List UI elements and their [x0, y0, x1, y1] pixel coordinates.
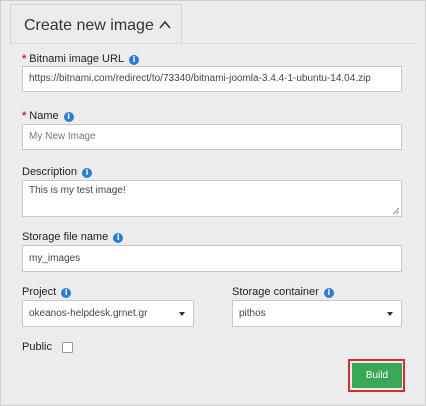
public-label: Public [22, 341, 52, 353]
storage-file-label: Storage file name i [22, 231, 124, 243]
container-label-text: Storage container [232, 286, 319, 298]
bitnami-url-value: https://bitnami.com/redirect/to/73340/bi… [29, 73, 371, 84]
required-marker: * [22, 53, 27, 65]
info-icon[interactable]: i [323, 288, 334, 298]
create-image-panel: Create new image * Bitnami image URL i htt… [0, 0, 426, 406]
storage-file-value: my_images [29, 253, 81, 264]
container-selected: pithos [239, 308, 266, 319]
chevron-up-icon[interactable] [158, 18, 172, 32]
project-label-text: Project [22, 286, 57, 298]
required-marker: * [22, 110, 27, 122]
caret-down-icon [387, 312, 393, 316]
name-label: * Name i [22, 110, 74, 122]
project-selected: okeanos-helpdesk.grnet.gr [29, 308, 148, 319]
url-label-text: Bitnami image URL [29, 53, 125, 65]
tab-divider [10, 43, 418, 44]
info-icon[interactable]: i [129, 55, 140, 65]
url-label: * Bitnami image URL i [22, 53, 140, 65]
storage-file-label-text: Storage file name [22, 231, 109, 243]
resize-handle-icon[interactable] [392, 207, 399, 214]
storage-file-input[interactable]: my_images [22, 245, 402, 272]
name-input[interactable]: My New Image [22, 124, 402, 150]
description-label-text: Description [22, 166, 78, 178]
container-select[interactable]: pithos [232, 300, 402, 327]
description-value: This is my test image! [29, 185, 126, 196]
description-textarea[interactable]: This is my test image! [22, 180, 402, 217]
bitnami-url-input[interactable]: https://bitnami.com/redirect/to/73340/bi… [22, 66, 402, 92]
name-placeholder: My New Image [29, 131, 96, 142]
container-label: Storage container i [232, 286, 334, 298]
project-select[interactable]: okeanos-helpdesk.grnet.gr [22, 300, 194, 327]
info-icon[interactable]: i [61, 288, 72, 298]
public-checkbox[interactable] [62, 342, 73, 353]
project-label: Project i [22, 286, 72, 298]
caret-down-icon [179, 312, 185, 316]
name-label-text: Name [29, 110, 59, 122]
tab-title: Create new image [24, 17, 154, 34]
tab-create-new-image[interactable]: Create new image [10, 4, 182, 43]
info-icon[interactable]: i [113, 233, 124, 243]
description-label: Description i [22, 166, 93, 178]
info-icon[interactable]: i [63, 112, 74, 122]
info-icon[interactable]: i [82, 168, 93, 178]
build-button[interactable]: Build [352, 363, 402, 388]
